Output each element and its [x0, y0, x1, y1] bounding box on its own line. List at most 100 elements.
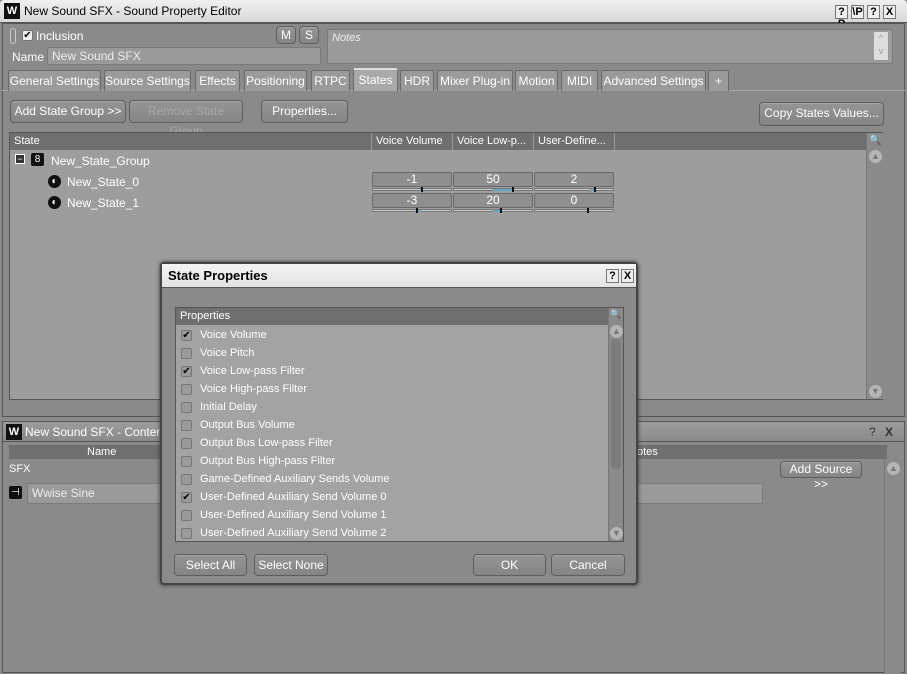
scroll-thumb[interactable]: [611, 339, 621, 469]
scroll-up-icon[interactable]: ▲: [610, 325, 623, 338]
add-state-group-button[interactable]: Add State Group >>: [10, 100, 126, 123]
scroll-up-icon[interactable]: ▲: [869, 150, 882, 163]
property-checkbox[interactable]: [181, 473, 192, 485]
property-checkbox[interactable]: [181, 527, 192, 539]
property-item[interactable]: Voice High-pass Filter: [181, 380, 307, 398]
property-item[interactable]: Output Bus Low-pass Filter: [181, 434, 333, 452]
property-item[interactable]: ✔ Voice Volume: [181, 326, 267, 344]
help-button[interactable]: ?: [606, 269, 619, 283]
notes-input[interactable]: Notes: [327, 29, 893, 64]
select-all-button[interactable]: Select All: [174, 554, 247, 576]
help-button[interactable]: ?: [869, 422, 876, 442]
property-item[interactable]: Output Bus High-pass Filter: [181, 452, 335, 470]
properties-button[interactable]: Properties...: [261, 100, 348, 123]
wwise-logo-icon: W: [4, 3, 20, 19]
property-checkbox[interactable]: [181, 347, 192, 359]
close-button[interactable]: X: [885, 422, 893, 442]
tab-general-settings[interactable]: General Settings: [8, 70, 101, 91]
user-defined-slider[interactable]: [534, 208, 614, 213]
column-voice-volume[interactable]: Voice Volume: [372, 133, 453, 150]
voice-lowpass-value[interactable]: 50: [453, 172, 533, 187]
name-label: Name: [12, 50, 45, 64]
properties-scrollbar[interactable]: 🔍 ▲ ▼: [608, 308, 623, 541]
tab-positioning[interactable]: Positioning: [244, 70, 307, 91]
property-item[interactable]: Initial Delay: [181, 398, 257, 416]
property-checkbox[interactable]: [181, 509, 192, 521]
voice-lowpass-slider[interactable]: [453, 187, 533, 192]
column-voice-lowpass[interactable]: Voice Low-p...: [453, 133, 534, 150]
property-item[interactable]: User-Defined Auxiliary Send Volume 2: [181, 524, 386, 542]
wwise-logo-icon: W: [6, 424, 22, 440]
voice-lowpass-value[interactable]: 20: [453, 193, 533, 208]
tab-add[interactable]: +: [708, 70, 729, 91]
tab-advanced-settings[interactable]: Advanced Settings: [601, 70, 706, 91]
tab-motion[interactable]: Motion: [515, 70, 558, 91]
state-properties-dialog: State Properties ? X Properties ✔ Voice V…: [160, 262, 638, 585]
pin-help-button[interactable]: ?P: [835, 5, 848, 30]
collapse-icon[interactable]: −: [15, 154, 25, 164]
property-item[interactable]: User-Defined Auxiliary Send Volume 1: [181, 506, 386, 524]
property-checkbox[interactable]: [181, 383, 192, 395]
dialog-titlebar: State Properties: [162, 264, 636, 288]
solo-button[interactable]: S: [299, 26, 319, 44]
tab-effects[interactable]: Effects: [195, 70, 240, 91]
tab-hdr[interactable]: HDR: [400, 70, 434, 91]
tab-source-settings[interactable]: Source Settings: [104, 70, 191, 91]
search-icon[interactable]: 🔍: [869, 135, 881, 146]
help-button[interactable]: ?: [867, 5, 880, 19]
voice-volume-value[interactable]: -1: [372, 172, 452, 187]
property-checkbox[interactable]: ✔: [181, 365, 192, 377]
notes-scroll-arrows-icon[interactable]: ^ v: [874, 32, 888, 60]
mute-button[interactable]: M: [276, 26, 296, 44]
state-group-name[interactable]: New_State_Group: [51, 154, 150, 168]
property-checkbox[interactable]: [181, 401, 192, 413]
tab-mixer-plugin[interactable]: Mixer Plug-in: [437, 70, 513, 91]
add-source-button[interactable]: Add Source >>: [780, 461, 862, 491]
search-icon[interactable]: 🔍: [610, 309, 621, 320]
window-titlebar: W New Sound SFX - Sound Property Editor …: [0, 0, 907, 30]
property-checkbox[interactable]: ✔: [181, 329, 192, 341]
property-checkbox[interactable]: [181, 419, 192, 431]
scroll-down-icon[interactable]: ▼: [869, 385, 882, 398]
voice-lowpass-slider[interactable]: [453, 208, 533, 213]
close-button[interactable]: X: [621, 269, 634, 283]
user-defined-value[interactable]: 0: [534, 193, 614, 208]
property-item[interactable]: Output Bus Volume: [181, 416, 295, 434]
property-item[interactable]: ✔ Voice Low-pass Filter: [181, 362, 305, 380]
user-defined-value[interactable]: 2: [534, 172, 614, 187]
tab-rtpc[interactable]: RTPC: [311, 70, 350, 91]
unpin-button[interactable]: \P: [851, 5, 864, 19]
column-name[interactable]: Name: [87, 445, 116, 459]
user-defined-slider[interactable]: [534, 187, 614, 192]
tab-midi[interactable]: MIDI: [561, 70, 598, 91]
voice-volume-value[interactable]: -3: [372, 193, 452, 208]
inclusion-checkbox[interactable]: ✔: [22, 30, 33, 41]
property-item[interactable]: Game-Defined Auxiliary Sends Volume: [181, 470, 390, 488]
select-none-button[interactable]: Select None: [254, 554, 328, 576]
property-checkbox[interactable]: ✔: [181, 491, 192, 503]
state-name[interactable]: New_State_0: [67, 175, 139, 189]
property-checkbox[interactable]: [181, 437, 192, 449]
contents-scrollbar[interactable]: ▲: [884, 460, 901, 674]
property-checkbox[interactable]: [181, 455, 192, 467]
property-label: Output Bus High-pass Filter: [200, 455, 336, 467]
column-state[interactable]: State: [10, 133, 372, 150]
ok-button[interactable]: OK: [473, 554, 546, 576]
copy-states-values-button[interactable]: Copy States Values...: [759, 102, 884, 126]
states-scrollbar[interactable]: 🔍 ▲ ▼: [866, 133, 883, 399]
scroll-up-icon[interactable]: ▲: [887, 462, 900, 475]
state-name[interactable]: New_State_1: [67, 196, 139, 210]
close-button[interactable]: X: [883, 5, 896, 19]
scroll-down-icon[interactable]: ▼: [610, 527, 623, 540]
tab-states[interactable]: States: [353, 68, 398, 91]
voice-volume-slider[interactable]: [372, 208, 452, 213]
property-label: Voice Pitch: [200, 347, 255, 359]
name-input[interactable]: New Sound SFX: [47, 47, 321, 65]
property-item[interactable]: Voice Pitch: [181, 344, 254, 362]
voice-volume-slider[interactable]: [372, 187, 452, 192]
column-notes[interactable]: otes: [637, 445, 658, 459]
inclusion-link-icon[interactable]: [10, 28, 16, 44]
column-user-defined[interactable]: User-Define...: [534, 133, 615, 150]
property-item[interactable]: ✔ User-Defined Auxiliary Send Volume 0: [181, 488, 386, 506]
cancel-button[interactable]: Cancel: [551, 554, 625, 576]
